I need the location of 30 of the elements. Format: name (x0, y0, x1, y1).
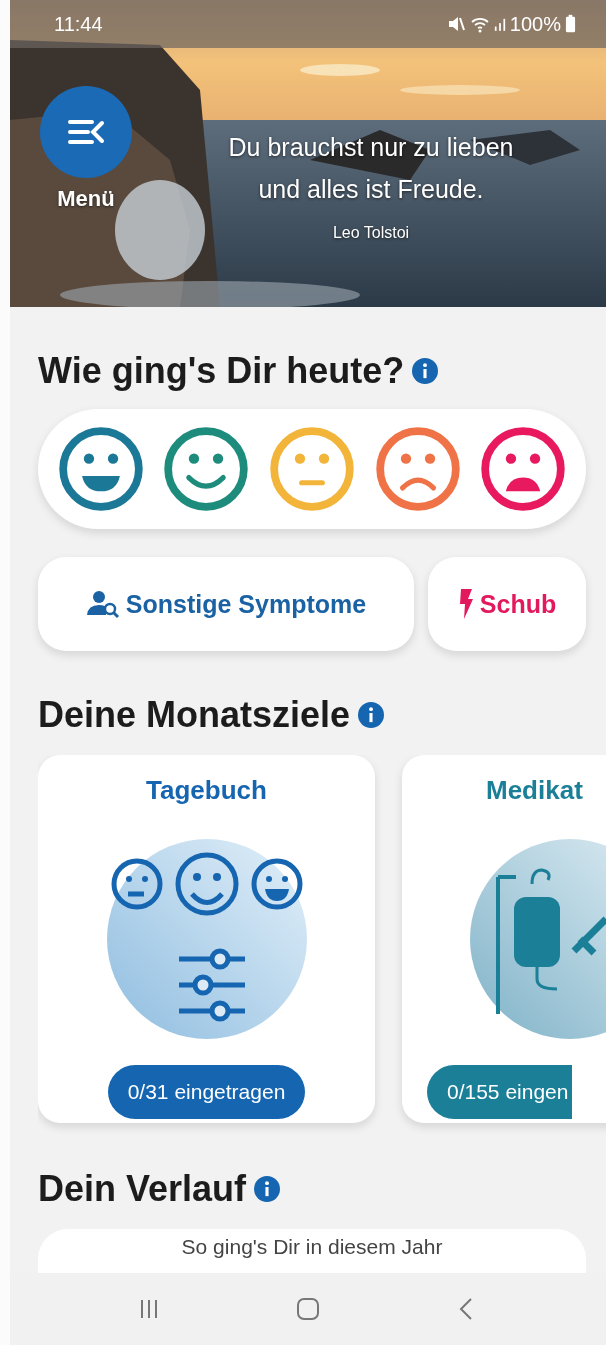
info-icon[interactable] (412, 358, 439, 384)
progress-badge: 0/31 eingetragen (107, 1065, 306, 1119)
symptoms-button[interactable]: Sonstige Symptome (38, 557, 414, 651)
quote-line: und alles ist Freude. (258, 174, 484, 205)
quote-line: Du brauchst nur zu lieben (228, 132, 514, 163)
sad-face-icon[interactable] (374, 426, 461, 512)
person-search-icon (85, 589, 120, 619)
flare-button[interactable]: Schub (428, 557, 586, 651)
menu-icon (66, 117, 106, 147)
goal-card[interactable]: Tagebuch 0/31 eingetragen (38, 755, 375, 1123)
battery-level: 100% (509, 12, 561, 36)
goal-card[interactable]: Medikat 0/155 eingen (402, 755, 606, 1123)
goal-title: Tagebuch (146, 775, 267, 807)
clock: 11:44 (54, 12, 103, 36)
smiley-face-icon[interactable] (163, 426, 250, 512)
section-title: Dein Verlauf (38, 1168, 247, 1210)
battery-icon (565, 14, 576, 34)
goal-title: Medikat (486, 775, 583, 807)
sad-face-icon[interactable] (480, 426, 567, 512)
smiley-face-icon[interactable] (57, 426, 144, 512)
progress-badge: 0/155 eingen (427, 1065, 573, 1119)
info-icon[interactable] (358, 702, 385, 728)
info-icon[interactable] (254, 1176, 281, 1202)
lightning-icon (457, 589, 474, 619)
chart-subtitle: So ging's Dir in diesem Jahr (181, 1235, 443, 1260)
quote-author: Leo Tolstoi (332, 224, 410, 242)
section-title: Wie ging's Dir heute? (38, 350, 405, 392)
section-title: Deine Monatsziele (38, 694, 351, 736)
home-icon[interactable] (296, 1297, 320, 1321)
menu-label: Menü (57, 186, 115, 212)
